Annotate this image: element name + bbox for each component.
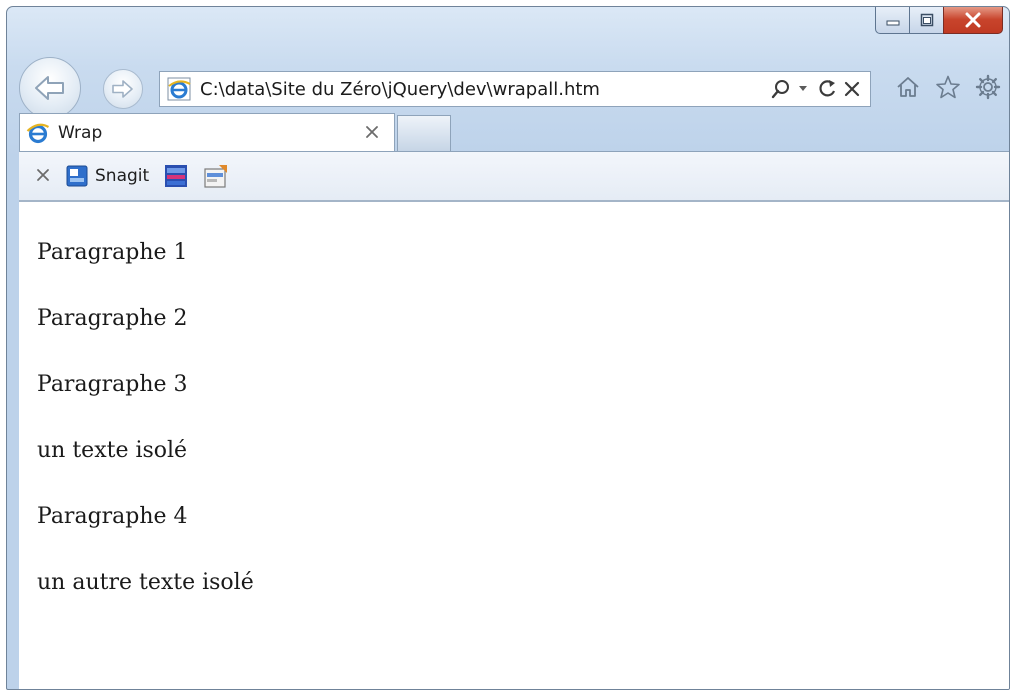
stop-button[interactable]: [842, 79, 862, 99]
search-icon: [771, 80, 789, 99]
forward-arrow-icon: [112, 80, 133, 98]
favorites-item-snagit-editor[interactable]: [163, 163, 189, 189]
address-text[interactable]: C:\data\Site du Zéro\jQuery\dev\wrapall.…: [200, 79, 770, 100]
favorites-item-snagit-capture[interactable]: [203, 163, 229, 189]
paragraph-4: Paragraphe 4: [37, 504, 188, 529]
tab-close-button[interactable]: [364, 121, 380, 145]
favorites-bar: Snagit: [19, 151, 1009, 201]
favorites-item-label: Snagit: [95, 166, 150, 186]
minimize-icon: [886, 20, 899, 25]
minimize-button[interactable]: [875, 7, 909, 34]
chevron-down-icon: [799, 86, 807, 91]
favorites-item-snagit[interactable]: Snagit: [65, 164, 149, 188]
new-tab-button[interactable]: [397, 115, 451, 151]
tools-button[interactable]: [975, 74, 1001, 104]
paragraph-3: Paragraphe 3: [37, 372, 188, 397]
snagit-editor-icon: [165, 165, 188, 187]
isolated-text: un texte isolé: [37, 438, 188, 463]
another-isolated-text: un autre texte isolé: [37, 570, 254, 595]
snagit-icon: [66, 165, 88, 187]
window-caption-buttons: [875, 7, 1003, 36]
home-icon: [897, 77, 919, 97]
page-content: Paragraphe 1 Paragraphe 2 Paragraphe 3 u…: [19, 201, 1009, 689]
navigation-bar: C:\data\Site du Zéro\jQuery\dev\wrapall.…: [19, 49, 1001, 119]
close-window-button[interactable]: [943, 7, 1003, 34]
maximize-button[interactable]: [909, 7, 943, 34]
ie-logo-icon: [26, 123, 50, 143]
maximize-icon: [920, 13, 933, 26]
home-button[interactable]: [895, 74, 921, 104]
paragraph-1: Paragraphe 1: [37, 240, 188, 265]
star-icon: [936, 75, 960, 99]
close-icon: [844, 81, 860, 97]
close-icon: [37, 169, 49, 181]
address-dropdown-button[interactable]: [798, 85, 808, 93]
ie-page-icon: [167, 77, 191, 101]
back-arrow-icon: [35, 76, 64, 100]
browser-window: C:\data\Site du Zéro\jQuery\dev\wrapall.…: [6, 6, 1010, 690]
favorites-bar-close-button[interactable]: [35, 164, 51, 188]
tab-title: Wrap: [58, 122, 103, 143]
gear-icon: [975, 74, 1001, 100]
forward-button[interactable]: [103, 69, 143, 109]
refresh-icon: [819, 80, 836, 97]
refresh-button[interactable]: [816, 78, 838, 100]
tab-wrap[interactable]: Wrap: [19, 113, 395, 151]
back-button[interactable]: [19, 57, 81, 119]
close-icon: [965, 12, 981, 27]
close-icon: [366, 125, 378, 138]
snagit-capture-icon: [204, 165, 228, 188]
tab-bar: Wrap: [19, 113, 1009, 151]
search-button[interactable]: [770, 78, 792, 100]
address-tools: [770, 78, 862, 100]
favorites-button[interactable]: [935, 74, 961, 104]
browser-command-icons: [895, 71, 1001, 107]
address-bar[interactable]: C:\data\Site du Zéro\jQuery\dev\wrapall.…: [159, 71, 871, 107]
paragraph-2: Paragraphe 2: [37, 306, 188, 331]
